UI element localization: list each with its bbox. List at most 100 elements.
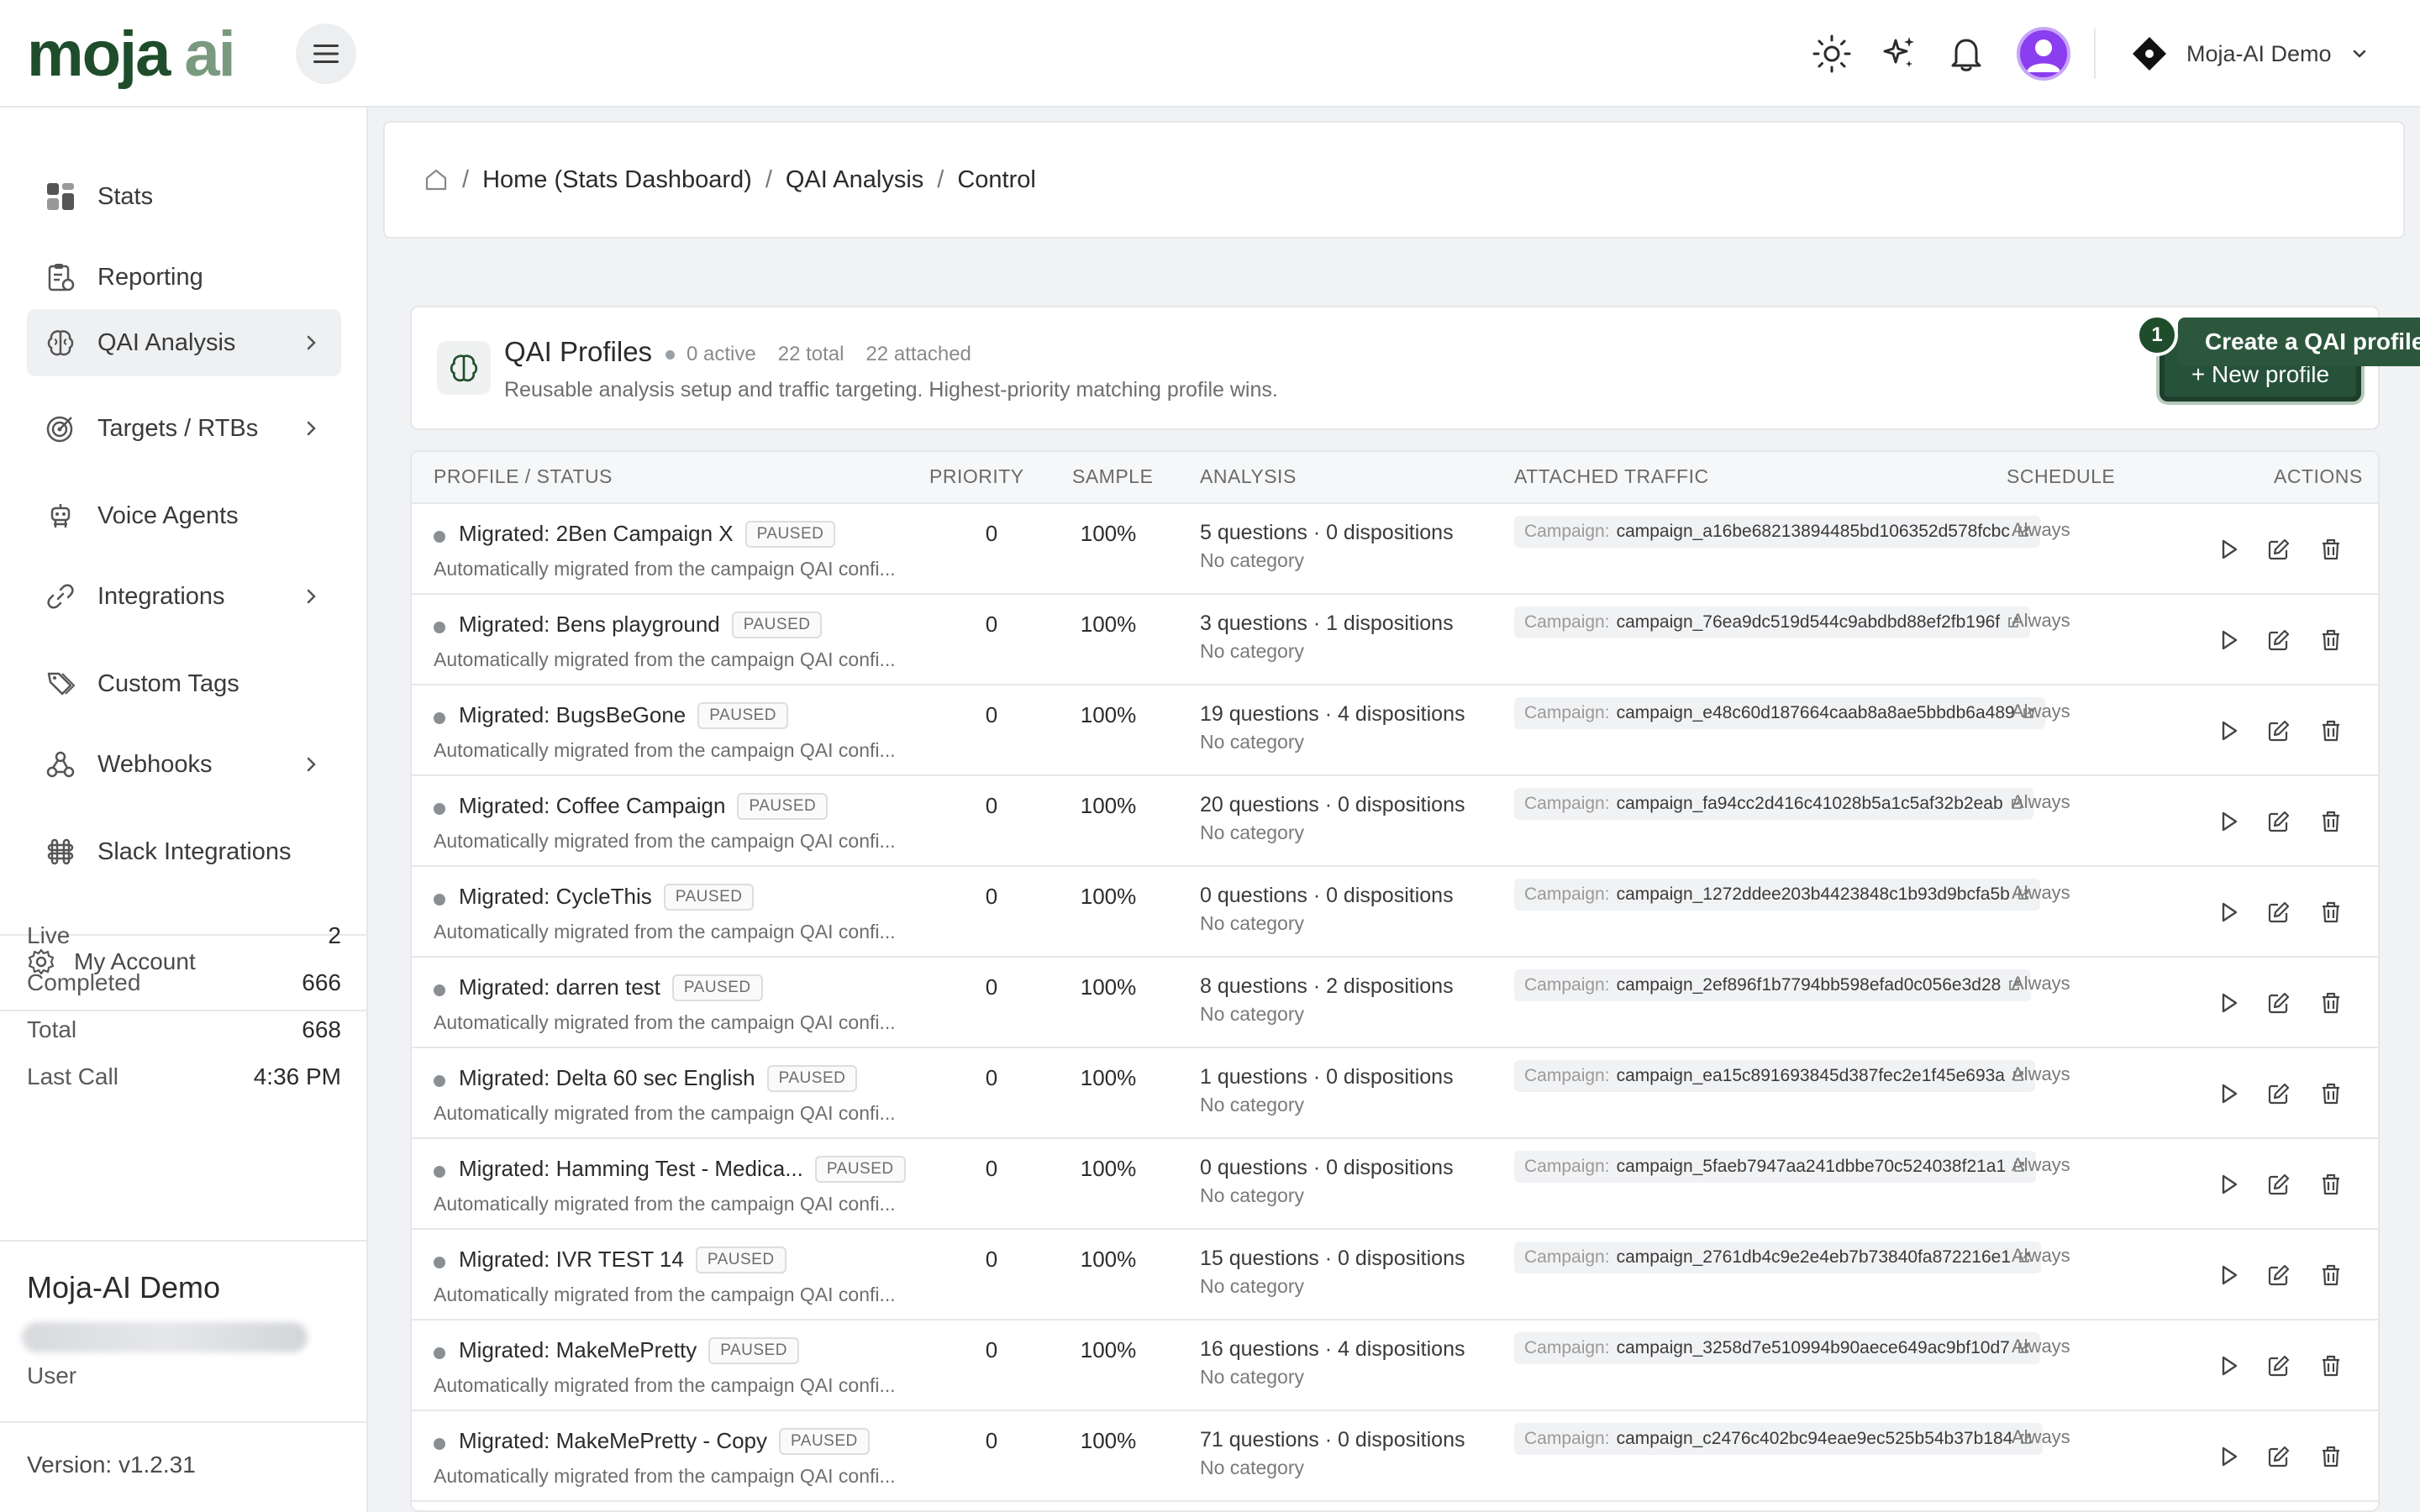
home-icon[interactable]	[424, 167, 449, 192]
run-button[interactable]	[2213, 716, 2244, 746]
edit-button[interactable]	[2264, 806, 2294, 837]
attached-traffic-chip[interactable]: Campaign: campaign_ea15c891693845d387fec…	[1514, 1060, 2035, 1092]
delete-button[interactable]	[2316, 534, 2346, 564]
profile-name[interactable]: Migrated: MakeMePretty - Copy PAUSED	[459, 1428, 870, 1455]
sidebar-item-targets[interactable]: Targets / RTBs	[27, 395, 341, 462]
edit-button[interactable]	[2264, 1260, 2294, 1290]
breadcrumb-qai-analysis[interactable]: QAI Analysis	[786, 166, 923, 194]
sidebar-item-webhooks[interactable]: Webhooks	[27, 731, 341, 798]
org-switcher[interactable]: Moja-AI Demo	[2131, 29, 2369, 79]
attached-traffic-chip[interactable]: Campaign: campaign_5faeb7947aa241dbbe70c…	[1514, 1151, 2037, 1183]
play-icon	[2222, 1446, 2238, 1467]
run-button[interactable]	[2213, 988, 2244, 1018]
run-button[interactable]	[2213, 1169, 2244, 1200]
delete-button[interactable]	[2316, 1169, 2346, 1200]
breadcrumb-home[interactable]: Home (Stats Dashboard)	[482, 166, 752, 194]
sidebar-item-voice-agents[interactable]: Voice Agents	[27, 482, 341, 549]
profile-name[interactable]: Migrated: CycleThis PAUSED	[459, 884, 755, 911]
run-button[interactable]	[2213, 806, 2244, 837]
run-button[interactable]	[2213, 1079, 2244, 1109]
table-row[interactable]: Migrated: CycleThis PAUSED Automatically …	[412, 867, 2378, 958]
edit-button[interactable]	[2264, 1079, 2294, 1109]
edit-icon	[2268, 720, 2290, 742]
edit-icon	[2268, 1446, 2290, 1467]
delete-button[interactable]	[2316, 1079, 2346, 1109]
breadcrumb-separator: /	[765, 165, 772, 193]
edit-button[interactable]	[2264, 1441, 2294, 1472]
menu-toggle-button[interactable]	[296, 24, 356, 84]
analysis-summary: 1 questions · 0 dispositions	[1200, 1065, 1454, 1089]
attached-traffic-chip[interactable]: Campaign: campaign_76ea9dc519d544c9abdbd…	[1514, 606, 2031, 638]
run-button[interactable]	[2213, 1441, 2244, 1472]
attached-traffic-chip[interactable]: Campaign: campaign_3258d7e510994b90aece6…	[1514, 1332, 2040, 1364]
edit-button[interactable]	[2264, 625, 2294, 655]
profile-name[interactable]: Migrated: MakeMePretty PAUSED	[459, 1337, 799, 1364]
edit-button[interactable]	[2264, 988, 2294, 1018]
page-description: Reusable analysis setup and traffic targ…	[504, 378, 1278, 402]
attached-traffic-chip[interactable]: Campaign: campaign_2ef896f1b7794bb598efa…	[1514, 969, 2032, 1001]
profile-name[interactable]: Migrated: darren test PAUSED	[459, 974, 763, 1001]
table-row[interactable]: Migrated: Coffee Campaign PAUSED Automati…	[412, 776, 2378, 867]
table-row[interactable]: Migrated: Delta 60 sec English PAUSED Aut…	[412, 1048, 2378, 1139]
profile-name[interactable]: Migrated: 2Ben Campaign X PAUSED	[459, 521, 836, 548]
grid-icon	[44, 180, 77, 213]
sidebar-item-qai-analysis[interactable]: QAI Analysis	[27, 309, 341, 376]
user-avatar[interactable]	[2017, 27, 2070, 81]
notifications-button[interactable]	[1941, 29, 1991, 79]
edit-button[interactable]	[2264, 1351, 2294, 1381]
attached-traffic-chip[interactable]: Campaign: campaign_1272ddee203b4423848c1…	[1514, 879, 2040, 911]
traffic-value: campaign_fa94cc2d416c41028b5a1c5af32b2ea…	[1616, 794, 2003, 813]
delete-button[interactable]	[2316, 625, 2346, 655]
profile-name[interactable]: Migrated: IVR TEST 14 PAUSED	[459, 1247, 786, 1273]
chevron-down-icon	[2353, 50, 2365, 58]
table-row[interactable]: Migrated: MakeMePretty - Copy PAUSED Auto…	[412, 1411, 2378, 1502]
run-button[interactable]	[2213, 897, 2244, 927]
bell-icon	[1951, 39, 1981, 71]
run-button[interactable]	[2213, 625, 2244, 655]
stat-label: Total	[27, 1016, 77, 1042]
attached-traffic-chip[interactable]: Campaign: campaign_e48c60d187664caab8a8a…	[1514, 697, 2045, 729]
table-row[interactable]: Migrated: MakeMePretty PAUSED Automatical…	[412, 1320, 2378, 1411]
delete-button[interactable]	[2316, 1441, 2346, 1472]
attached-traffic-chip[interactable]: Campaign: campaign_a16be68213894485bd106…	[1514, 516, 2040, 548]
analysis-summary: 15 questions · 0 dispositions	[1200, 1247, 1465, 1270]
delete-button[interactable]	[2316, 897, 2346, 927]
delete-button[interactable]	[2316, 806, 2346, 837]
attached-traffic-chip[interactable]: Campaign: campaign_c2476c402bc94eae9ec52…	[1514, 1423, 2044, 1455]
delete-button[interactable]	[2316, 988, 2346, 1018]
attached-traffic-chip[interactable]: Campaign: campaign_fa94cc2d416c41028b5a1…	[1514, 788, 2033, 820]
table-row[interactable]: Migrated: BugsBeGone PAUSED Automatically…	[412, 685, 2378, 776]
step-badge: 1	[2136, 314, 2178, 356]
sidebar-item-slack[interactable]: Slack Integrations	[27, 818, 341, 885]
edit-button[interactable]	[2264, 716, 2294, 746]
delete-button[interactable]	[2316, 1351, 2346, 1381]
profile-name[interactable]: Migrated: Delta 60 sec English PAUSED	[459, 1065, 858, 1092]
table-row[interactable]: Migrated: darren test PAUSED Automaticall…	[412, 958, 2378, 1048]
table-row[interactable]: Migrated: 2Ben Campaign X PAUSED Automati…	[412, 504, 2378, 595]
profile-name[interactable]: Migrated: BugsBeGone PAUSED	[459, 702, 789, 729]
profile-name[interactable]: Migrated: Coffee Campaign PAUSED	[459, 793, 829, 820]
profile-name[interactable]: Migrated: Bens playground PAUSED	[459, 612, 823, 638]
moja-ai-logo[interactable]: moja ai	[27, 17, 236, 91]
edit-button[interactable]	[2264, 534, 2294, 564]
sidebar-item-stats[interactable]: Stats	[27, 163, 341, 230]
attached-traffic-chip[interactable]: Campaign: campaign_2761db4c9e2e4eb7b7384…	[1514, 1242, 2042, 1273]
edit-button[interactable]	[2264, 897, 2294, 927]
priority-value: 0	[985, 1156, 998, 1181]
delete-button[interactable]	[2316, 1260, 2346, 1290]
sidebar-item-custom-tags[interactable]: Custom Tags	[27, 650, 341, 717]
table-row[interactable]: Migrated: Bens playground PAUSED Automati…	[412, 595, 2378, 685]
profile-name[interactable]: Migrated: Hamming Test - Medica... PAUSED	[459, 1156, 906, 1183]
theme-toggle-button[interactable]	[1807, 29, 1857, 79]
sidebar-item-reporting[interactable]: Reporting	[27, 244, 341, 311]
edit-button[interactable]	[2264, 1169, 2294, 1200]
run-button[interactable]	[2213, 1260, 2244, 1290]
table-row[interactable]: Migrated: IVR TEST 14 PAUSED Automaticall…	[412, 1230, 2378, 1320]
profile-description: Automatically migrated from the campaign…	[434, 558, 896, 580]
run-button[interactable]	[2213, 1351, 2244, 1381]
ai-assistant-button[interactable]	[1874, 29, 1924, 79]
sidebar-item-integrations[interactable]: Integrations	[27, 563, 341, 630]
table-row[interactable]: Migrated: Hamming Test - Medica... PAUSED…	[412, 1139, 2378, 1230]
run-button[interactable]	[2213, 534, 2244, 564]
delete-button[interactable]	[2316, 716, 2346, 746]
